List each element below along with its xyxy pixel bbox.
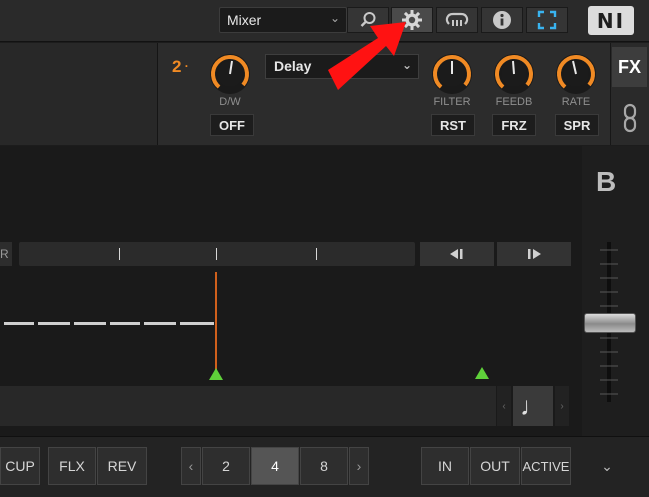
fx-unit-number: 2 · — [172, 57, 189, 76]
fullscreen-button[interactable] — [526, 7, 568, 33]
loop-size-next-button[interactable]: › — [349, 447, 369, 485]
fx-off-button[interactable]: OFF — [210, 114, 254, 136]
loop-in-button[interactable]: IN — [421, 447, 469, 485]
beatjump-back-button[interactable] — [420, 242, 494, 266]
feedback-label: FEEDB — [495, 96, 533, 108]
deck-letter: B — [596, 166, 617, 197]
beat-tick — [216, 248, 217, 260]
cue-marker-icon[interactable] — [475, 367, 489, 379]
quantize-button[interactable]: ♩ — [513, 386, 553, 426]
feedback-knob[interactable] — [494, 54, 534, 94]
loop-size-2-button[interactable]: 2 — [202, 447, 250, 485]
beat-tick — [316, 248, 317, 260]
beatjump-forward-button[interactable] — [497, 242, 571, 266]
fx-left-panel — [0, 43, 158, 145]
playhead — [215, 272, 217, 380]
spread-button[interactable]: SPR — [555, 114, 599, 136]
filter-knob[interactable] — [432, 54, 472, 94]
link-icon — [623, 103, 636, 133]
waveform-display — [4, 322, 214, 325]
cup-button[interactable]: CUP — [0, 447, 40, 485]
rate-label: RATE — [561, 96, 591, 108]
dry-wet-label: D/W — [219, 96, 241, 108]
dry-wet-knob[interactable] — [210, 54, 250, 94]
fx-panel-button[interactable]: FX — [612, 47, 647, 87]
tempo-fader-handle[interactable] — [584, 313, 636, 333]
loop-recorder-button[interactable] — [436, 7, 478, 33]
layout-select-value: Mixer — [227, 12, 262, 28]
loop-icon — [445, 12, 469, 26]
reverse-button[interactable]: REV — [97, 447, 147, 485]
loop-active-button[interactable]: ACTIVE — [521, 447, 571, 485]
quantize-next-arrow[interactable]: › — [555, 386, 569, 426]
beat-tick — [119, 248, 120, 260]
loop-size-prev-button[interactable]: ‹ — [181, 447, 201, 485]
jump-forward-icon — [528, 249, 541, 259]
quantize-prev-arrow[interactable]: ‹ — [497, 386, 511, 426]
fullscreen-icon — [537, 10, 557, 30]
flux-button[interactable]: FLX — [48, 447, 96, 485]
expand-chevron-button[interactable]: ⌄ — [586, 447, 628, 485]
strip-left-button[interactable]: R — [0, 242, 12, 266]
fx-link-button[interactable] — [612, 96, 647, 140]
note-icon: ♩ — [520, 390, 546, 421]
fx-panel-button-label: FX — [617, 56, 641, 77]
ni-logo-text: NI — [596, 8, 626, 33]
loop-out-button[interactable]: OUT — [470, 447, 520, 485]
filter-label: FILTER — [433, 96, 471, 108]
annotation-arrow-icon — [328, 22, 406, 90]
reset-button[interactable]: RST — [431, 114, 475, 136]
effect-select-value: Delay — [274, 58, 312, 74]
beat-grid-strip[interactable] — [19, 242, 415, 266]
jump-back-icon — [450, 249, 463, 259]
rate-knob[interactable] — [556, 54, 596, 94]
cue-marker-icon[interactable] — [209, 368, 223, 380]
ni-logo: NI — [588, 6, 634, 35]
track-overview[interactable] — [0, 386, 496, 426]
info-icon — [493, 11, 511, 29]
loop-size-8-button[interactable]: 8 — [300, 447, 348, 485]
info-button[interactable] — [481, 7, 523, 33]
freeze-button[interactable]: FRZ — [492, 114, 536, 136]
loop-size-4-button[interactable]: 4 — [251, 447, 299, 485]
strip-left-label: R — [0, 247, 9, 261]
